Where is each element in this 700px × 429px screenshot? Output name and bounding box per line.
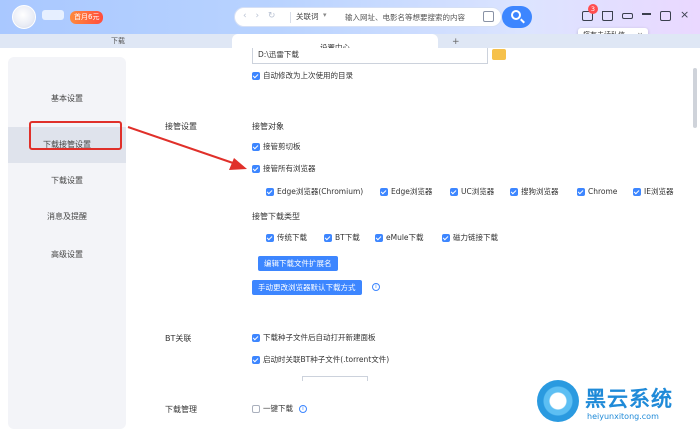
bt-open-panel-checkbox[interactable]: 下载种子文件后自动打开新建面板 — [252, 333, 376, 344]
menu-icon[interactable] — [622, 13, 633, 19]
screenshot-icon[interactable] — [483, 11, 494, 22]
info-icon[interactable]: i — [372, 283, 380, 291]
edit-extensions-button[interactable]: 编辑下载文件扩展名 — [258, 256, 338, 271]
manual-change-browser-button[interactable]: 手动更改浏览器默认下载方式 — [252, 280, 362, 295]
type-emule-checkbox[interactable]: eMule下载 — [375, 233, 424, 244]
address-bar[interactable]: ‹ › ↻ 关联词 ▾ 输入网址、电影名等想要搜索的内容 — [234, 7, 502, 27]
sidebar-item-notifications[interactable]: 消息及提醒 — [8, 199, 126, 235]
browser-ie-checkbox[interactable]: IE浏览器 — [633, 187, 673, 198]
type-traditional-checkbox[interactable]: 传统下载 — [266, 233, 307, 244]
takeover-section-label: 接管设置 — [165, 122, 197, 131]
highlight-box — [29, 121, 122, 150]
download-directory-field[interactable]: D:\迅雷下载 — [252, 48, 488, 64]
search-mode-select[interactable]: 关联词 — [296, 11, 319, 22]
browser-edge-checkbox[interactable]: Edge浏览器 — [380, 187, 432, 198]
download-mgmt-section-label: 下载管理 — [165, 405, 197, 414]
sidebar-item-advanced[interactable]: 高级设置 — [8, 237, 126, 273]
folder-icon[interactable] — [492, 49, 506, 60]
browser-chrome-checkbox[interactable]: Chrome — [577, 187, 617, 198]
skin-icon[interactable] — [602, 11, 613, 21]
bt-section-label: BT关联 — [165, 334, 192, 343]
address-separator — [290, 12, 291, 23]
browser-edge-chromium-checkbox[interactable]: Edge浏览器(Chromium) — [266, 187, 363, 198]
mail-count-badge: 3 — [588, 4, 598, 14]
close-icon[interactable]: × — [680, 8, 689, 21]
minimize-icon[interactable] — [642, 13, 651, 15]
nav-arrows[interactable]: ‹ › ↻ — [243, 11, 278, 21]
bt-associate-torrent-checkbox[interactable]: 启动时关联BT种子文件(.torrent文件) — [252, 355, 389, 366]
bottom-button-edge — [302, 376, 368, 381]
info-icon[interactable]: i — [299, 405, 307, 413]
settings-sidebar: 基本设置 下载接管设置 下载设置 消息及提醒 高级设置 — [8, 57, 126, 429]
takeover-all-browsers-checkbox[interactable]: 接管所有浏览器 — [252, 164, 316, 175]
takeover-types-label: 接管下载类型 — [252, 212, 300, 221]
sidebar-item-download[interactable]: 下载设置 — [8, 163, 126, 199]
tab-download[interactable]: 下载 — [8, 34, 228, 48]
auto-modify-dir-checkbox[interactable]: 自动修改为上次使用的目录 — [252, 71, 353, 82]
avatar[interactable] — [12, 5, 36, 29]
scrollbar[interactable] — [693, 68, 697, 128]
watermark-logo — [537, 380, 579, 422]
watermark-title: 黑云系统 — [585, 387, 673, 411]
browser-uc-checkbox[interactable]: UC浏览器 — [450, 187, 494, 198]
sidebar-item-basic[interactable]: 基本设置 — [8, 81, 126, 117]
username-placeholder[interactable] — [42, 10, 64, 20]
search-button[interactable] — [502, 6, 532, 28]
browser-sogou-checkbox[interactable]: 搜狗浏览器 — [510, 187, 559, 198]
maximize-icon[interactable] — [660, 11, 671, 21]
chevron-down-icon[interactable]: ▾ — [323, 11, 327, 19]
vip-badge[interactable]: 首月6元 — [70, 11, 104, 24]
one-click-download-checkbox[interactable]: 一键下载 — [252, 404, 293, 415]
settings-panel: 设置中心 基本设置 下载接管设置 下载设置 消息及提醒 高级设置 D:\迅雷下载… — [0, 41, 700, 429]
takeover-clipboard-checkbox[interactable]: 接管剪切板 — [252, 142, 301, 153]
address-placeholder[interactable]: 输入网址、电影名等想要搜索的内容 — [345, 12, 465, 23]
new-tab-icon[interactable]: + — [452, 37, 460, 47]
watermark-url: heiyunxitong.com — [587, 412, 659, 421]
type-magnet-checkbox[interactable]: 磁力链接下载 — [442, 233, 498, 244]
type-bt-checkbox[interactable]: BT下载 — [324, 233, 360, 244]
takeover-objects-label: 接管对象 — [252, 122, 284, 131]
